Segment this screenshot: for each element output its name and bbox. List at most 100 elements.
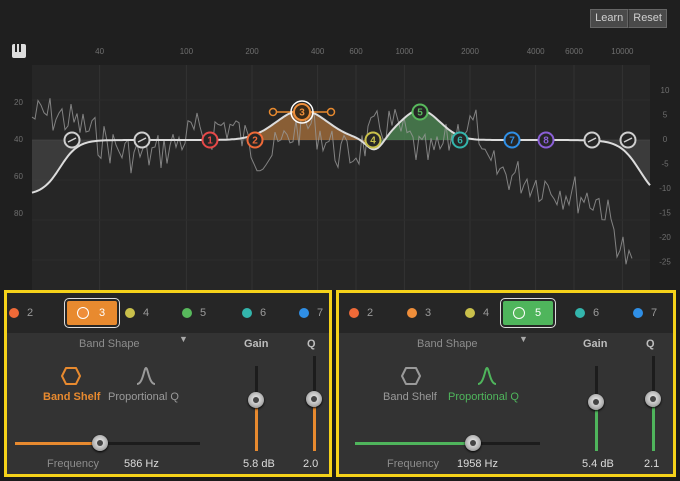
band-shelf-icon[interactable] — [400, 365, 422, 387]
band-tab-label: 3 — [99, 307, 106, 319]
frequency-tick-label: 10000 — [611, 47, 634, 56]
band-color-dot — [575, 308, 585, 318]
band-tab-label: 5 — [535, 307, 542, 319]
band-tabs: 2 3 4 5 6 7 — [7, 293, 329, 333]
frequency-label: Frequency — [47, 458, 99, 470]
q-label: Q — [307, 338, 316, 350]
proportional-q-icon[interactable] — [135, 365, 157, 387]
band-tab-5[interactable]: 5 — [499, 298, 557, 328]
band-node-label: 4 — [370, 136, 376, 147]
band-shelf-icon[interactable] — [60, 365, 82, 387]
band-tab-label: 2 — [27, 307, 34, 319]
band-color-dot — [77, 307, 89, 319]
band-3-q-handle — [268, 107, 278, 117]
proportional-q-option[interactable]: Proportional Q — [108, 391, 179, 403]
band-shelf-option[interactable]: Band Shelf — [43, 391, 100, 403]
level-scale-label: 80 — [14, 209, 23, 218]
frequency-tick-label: 100 — [180, 47, 194, 56]
band-tab-4[interactable]: 4 — [125, 301, 149, 325]
band-tab-3[interactable]: 3 — [407, 301, 431, 325]
band-color-dot — [407, 308, 417, 318]
gain-value: 5.4 dB — [582, 458, 614, 470]
frequency-slider-knob[interactable] — [465, 435, 482, 451]
band-tab-label: 4 — [143, 307, 150, 319]
frequency-tick-label: 200 — [245, 47, 259, 56]
band-shape-dropdown-arrow-icon[interactable]: ▼ — [179, 334, 188, 344]
frequency-label: Frequency — [387, 458, 439, 470]
q-slider-knob[interactable] — [645, 390, 661, 407]
frequency-tick-label: 2000 — [461, 47, 479, 56]
band-color-dot — [242, 308, 252, 318]
eq-display[interactable]: 40 100 200 400 600 1000 2000 4000 6000 10000 20 40 6… — [0, 0, 680, 290]
frequency-tick-label: 1000 — [395, 47, 413, 56]
gain-scale-label: -25 — [659, 258, 671, 267]
frequency-value: 1958 Hz — [457, 458, 498, 470]
frequency-slider[interactable] — [15, 435, 200, 451]
band-tab-2[interactable]: 2 — [349, 301, 373, 325]
gain-slider[interactable] — [588, 366, 604, 451]
gain-slider-knob[interactable] — [248, 392, 264, 408]
band-tab-6[interactable]: 6 — [242, 301, 266, 325]
gain-slider-knob[interactable] — [588, 393, 604, 410]
band-tab-7[interactable]: 7 — [633, 301, 657, 325]
gain-slider[interactable] — [248, 366, 264, 451]
band-shelf-option[interactable]: Band Shelf — [383, 391, 437, 403]
band-shape-label: Band Shape — [417, 338, 478, 350]
band-tab-6[interactable]: 6 — [575, 301, 599, 325]
eq-graph[interactable]: 40 100 200 400 600 1000 2000 4000 6000 1000020406… — [0, 0, 680, 290]
learn-button[interactable]: Learn — [590, 9, 629, 28]
gain-label: Gain — [244, 338, 269, 350]
q-slider[interactable] — [306, 356, 322, 451]
band-node-label: 7 — [509, 136, 515, 147]
gain-value: 5.8 dB — [243, 458, 275, 470]
level-scale-label: 20 — [14, 98, 23, 107]
band-tab-2[interactable]: 2 — [9, 301, 33, 325]
band-node-label: 6 — [457, 136, 463, 147]
band-tab-4[interactable]: 4 — [465, 301, 489, 325]
piano-keys-icon[interactable] — [12, 44, 26, 58]
band-node-label: 5 — [417, 108, 423, 119]
band-tab-5[interactable]: 5 — [182, 301, 206, 325]
gain-scale-label: -20 — [659, 233, 671, 242]
band-shape-dropdown-arrow-icon[interactable]: ▼ — [519, 334, 528, 344]
band-color-dot — [513, 307, 525, 319]
q-slider-knob[interactable] — [306, 390, 322, 407]
frequency-tick-label: 4000 — [527, 47, 545, 56]
gain-scale-label: -10 — [659, 184, 671, 193]
band-tab-3[interactable]: 3 — [63, 298, 121, 328]
level-scale-label: 40 — [14, 135, 23, 144]
band-3-panel: 2 3 4 5 6 7 Band Shape ▼ Gain Q Band Shelf Pr… — [4, 290, 332, 477]
band-3-q-handle — [326, 107, 336, 117]
band-tab-label: 2 — [367, 307, 374, 319]
band-node-label: 3 — [299, 108, 305, 119]
proportional-q-icon[interactable] — [476, 365, 498, 387]
frequency-value: 586 Hz — [124, 458, 159, 470]
band-color-dot — [125, 308, 135, 318]
q-slider[interactable] — [645, 356, 661, 451]
band-color-dot — [9, 308, 19, 318]
frequency-tick-label: 400 — [311, 47, 325, 56]
reset-button[interactable]: Reset — [628, 9, 667, 28]
band-color-dot — [182, 308, 192, 318]
frequency-slider-knob[interactable] — [92, 435, 109, 451]
band-tab-label: 6 — [593, 307, 600, 319]
band-tab-label: 5 — [200, 307, 207, 319]
band-color-dot — [465, 308, 475, 318]
proportional-q-option[interactable]: Proportional Q — [448, 391, 519, 403]
q-value: 2.1 — [644, 458, 660, 470]
gain-scale-label: 10 — [661, 86, 670, 95]
level-scale-label: 60 — [14, 172, 23, 181]
frequency-slider[interactable] — [355, 435, 540, 451]
band-tab-label: 4 — [483, 307, 490, 319]
band-5-panel: 2 3 4 5 6 7 Band Shape ▼ Gain Q Band Shelf Pr… — [336, 290, 676, 477]
band-tab-label: 7 — [317, 307, 324, 319]
band-shape-label: Band Shape — [79, 338, 140, 350]
gain-scale-label: -15 — [659, 209, 671, 218]
plot-area — [32, 65, 650, 290]
band-node-label: 1 — [207, 136, 213, 147]
band-tab-7[interactable]: 7 — [299, 301, 323, 325]
band-tabs: 2 3 4 5 6 7 — [339, 293, 673, 333]
gain-label: Gain — [583, 338, 608, 350]
q-label: Q — [646, 338, 655, 350]
band-tab-label: 7 — [651, 307, 658, 319]
